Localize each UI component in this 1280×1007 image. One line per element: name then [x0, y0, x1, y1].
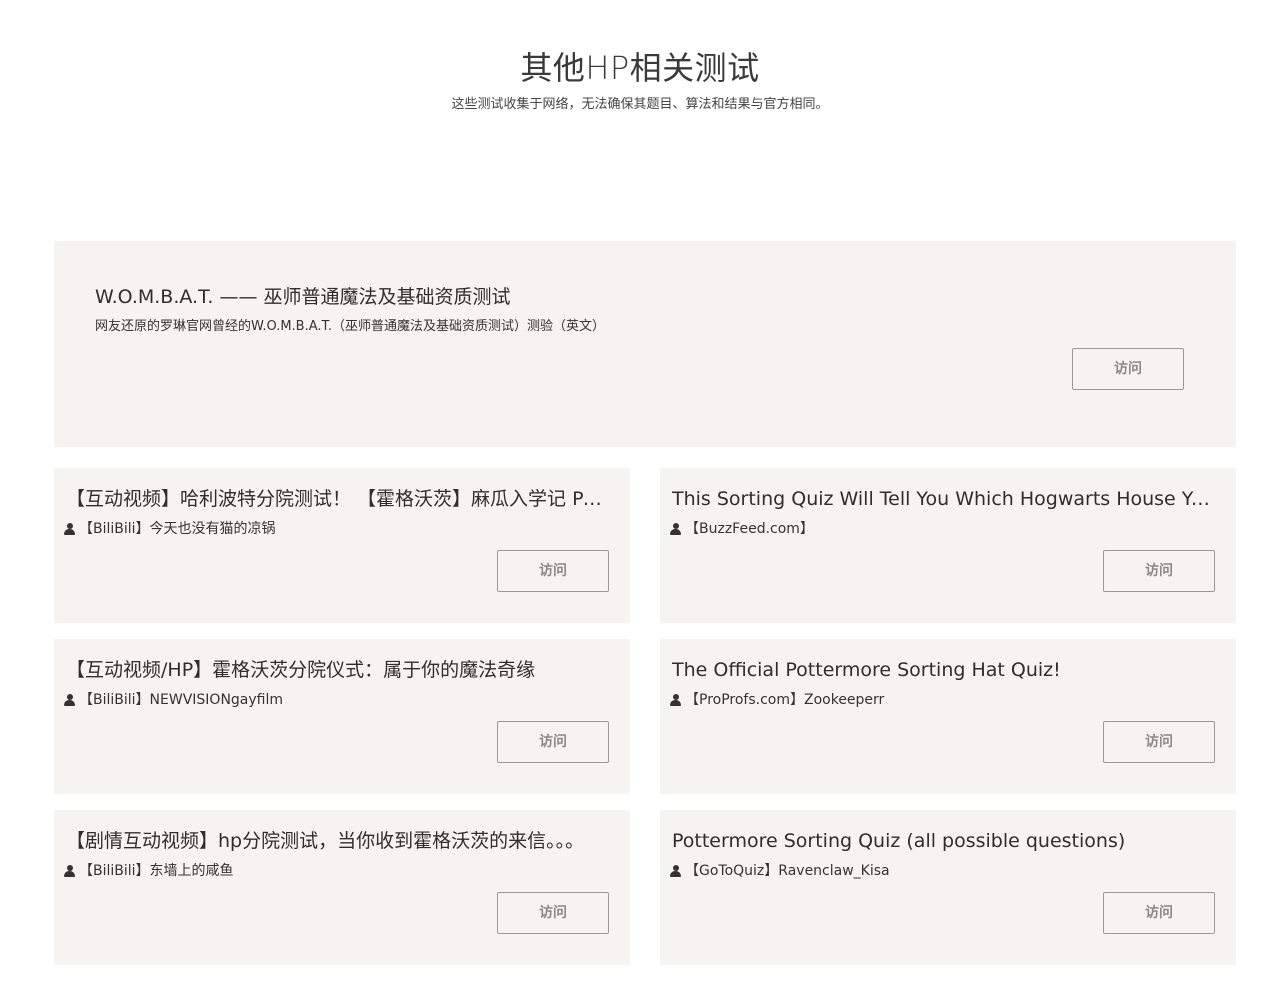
- quiz-card-source: 【ProProfs.com】Zookeeperr: [685, 692, 885, 708]
- user-icon: [64, 865, 75, 877]
- quiz-card-author: 【BuzzFeed.com】: [670, 520, 814, 538]
- visit-button[interactable]: 访问: [1103, 721, 1215, 763]
- page-title: 其他HP相关测试: [520, 49, 760, 87]
- quiz-card-source: 【BuzzFeed.com】: [685, 521, 814, 537]
- quiz-card-title: 【剧情互动视频】hp分院测试，当你收到霍格沃茨的来信。。。: [66, 830, 585, 852]
- featured-quiz-description: 网友还原的罗琳官网曾经的W.O.M.B.A.T.（巫师普通魔法及基础资质测试）测…: [95, 319, 606, 334]
- quiz-card-source: 【BiliBili】今天也没有猫的凉锅: [79, 521, 276, 537]
- quiz-card-title: 【互动视频/HP】霍格沃茨分院仪式：属于你的魔法奇缘: [66, 659, 536, 681]
- visit-button[interactable]: 访问: [1103, 892, 1215, 934]
- quiz-card-title: This Sorting Quiz Will Tell You Which Ho…: [672, 488, 1216, 510]
- quiz-card-author: 【ProProfs.com】Zookeeperr: [670, 691, 884, 709]
- quiz-card-source: 【BiliBili】东墙上的咸鱼: [79, 863, 234, 879]
- quiz-card-author: 【BiliBili】今天也没有猫的凉锅: [64, 520, 276, 538]
- user-icon: [670, 865, 681, 877]
- page-header: 其他HP相关测试 这些测试收集于网络，无法确保其题目、算法和结果与官方相同。: [0, 48, 1280, 114]
- quiz-card-title: Pottermore Sorting Quiz (all possible qu…: [672, 830, 1126, 852]
- page-subtitle: 这些测试收集于网络，无法确保其题目、算法和结果与官方相同。: [451, 97, 829, 112]
- quiz-card: 【互动视频/HP】霍格沃茨分院仪式：属于你的魔法奇缘 【BiliBili】NEW…: [54, 639, 630, 794]
- quiz-card-source: 【BiliBili】NEWVISIONgayfilm: [79, 692, 284, 708]
- quiz-card: 【互动视频】哈利波特分院测试！ 【霍格沃茨】麻瓜入学记 Part 1 【Bili…: [54, 468, 630, 623]
- featured-quiz-title: W.O.M.B.A.T. —— 巫师普通魔法及基础资质测试: [95, 286, 511, 308]
- quiz-card: This Sorting Quiz Will Tell You Which Ho…: [660, 468, 1236, 623]
- user-icon: [670, 694, 681, 706]
- visit-button[interactable]: 访问: [497, 721, 609, 763]
- quiz-card-author: 【GoToQuiz】Ravenclaw_Kisa: [670, 862, 890, 880]
- visit-button[interactable]: 访问: [1103, 550, 1215, 592]
- page: 其他HP相关测试 这些测试收集于网络，无法确保其题目、算法和结果与官方相同。 W…: [0, 0, 1280, 1007]
- visit-button[interactable]: 访问: [497, 892, 609, 934]
- user-icon: [64, 694, 75, 706]
- featured-visit-button[interactable]: 访问: [1072, 348, 1184, 390]
- quiz-card-title: The Official Pottermore Sorting Hat Quiz…: [672, 659, 1061, 681]
- quiz-card: The Official Pottermore Sorting Hat Quiz…: [660, 639, 1236, 794]
- quiz-card-author: 【BiliBili】东墙上的咸鱼: [64, 862, 234, 880]
- quiz-card: 【剧情互动视频】hp分院测试，当你收到霍格沃茨的来信。。。 【BiliBili】…: [54, 810, 630, 965]
- quiz-card: Pottermore Sorting Quiz (all possible qu…: [660, 810, 1236, 965]
- quiz-card-author: 【BiliBili】NEWVISIONgayfilm: [64, 691, 283, 709]
- user-icon: [64, 523, 75, 535]
- visit-button[interactable]: 访问: [497, 550, 609, 592]
- featured-quiz-card: W.O.M.B.A.T. —— 巫师普通魔法及基础资质测试 网友还原的罗琳官网曾…: [54, 241, 1236, 447]
- quiz-card-title: 【互动视频】哈利波特分院测试！ 【霍格沃茨】麻瓜入学记 Part 1: [66, 488, 610, 510]
- user-icon: [670, 523, 681, 535]
- quiz-card-source: 【GoToQuiz】Ravenclaw_Kisa: [685, 863, 890, 879]
